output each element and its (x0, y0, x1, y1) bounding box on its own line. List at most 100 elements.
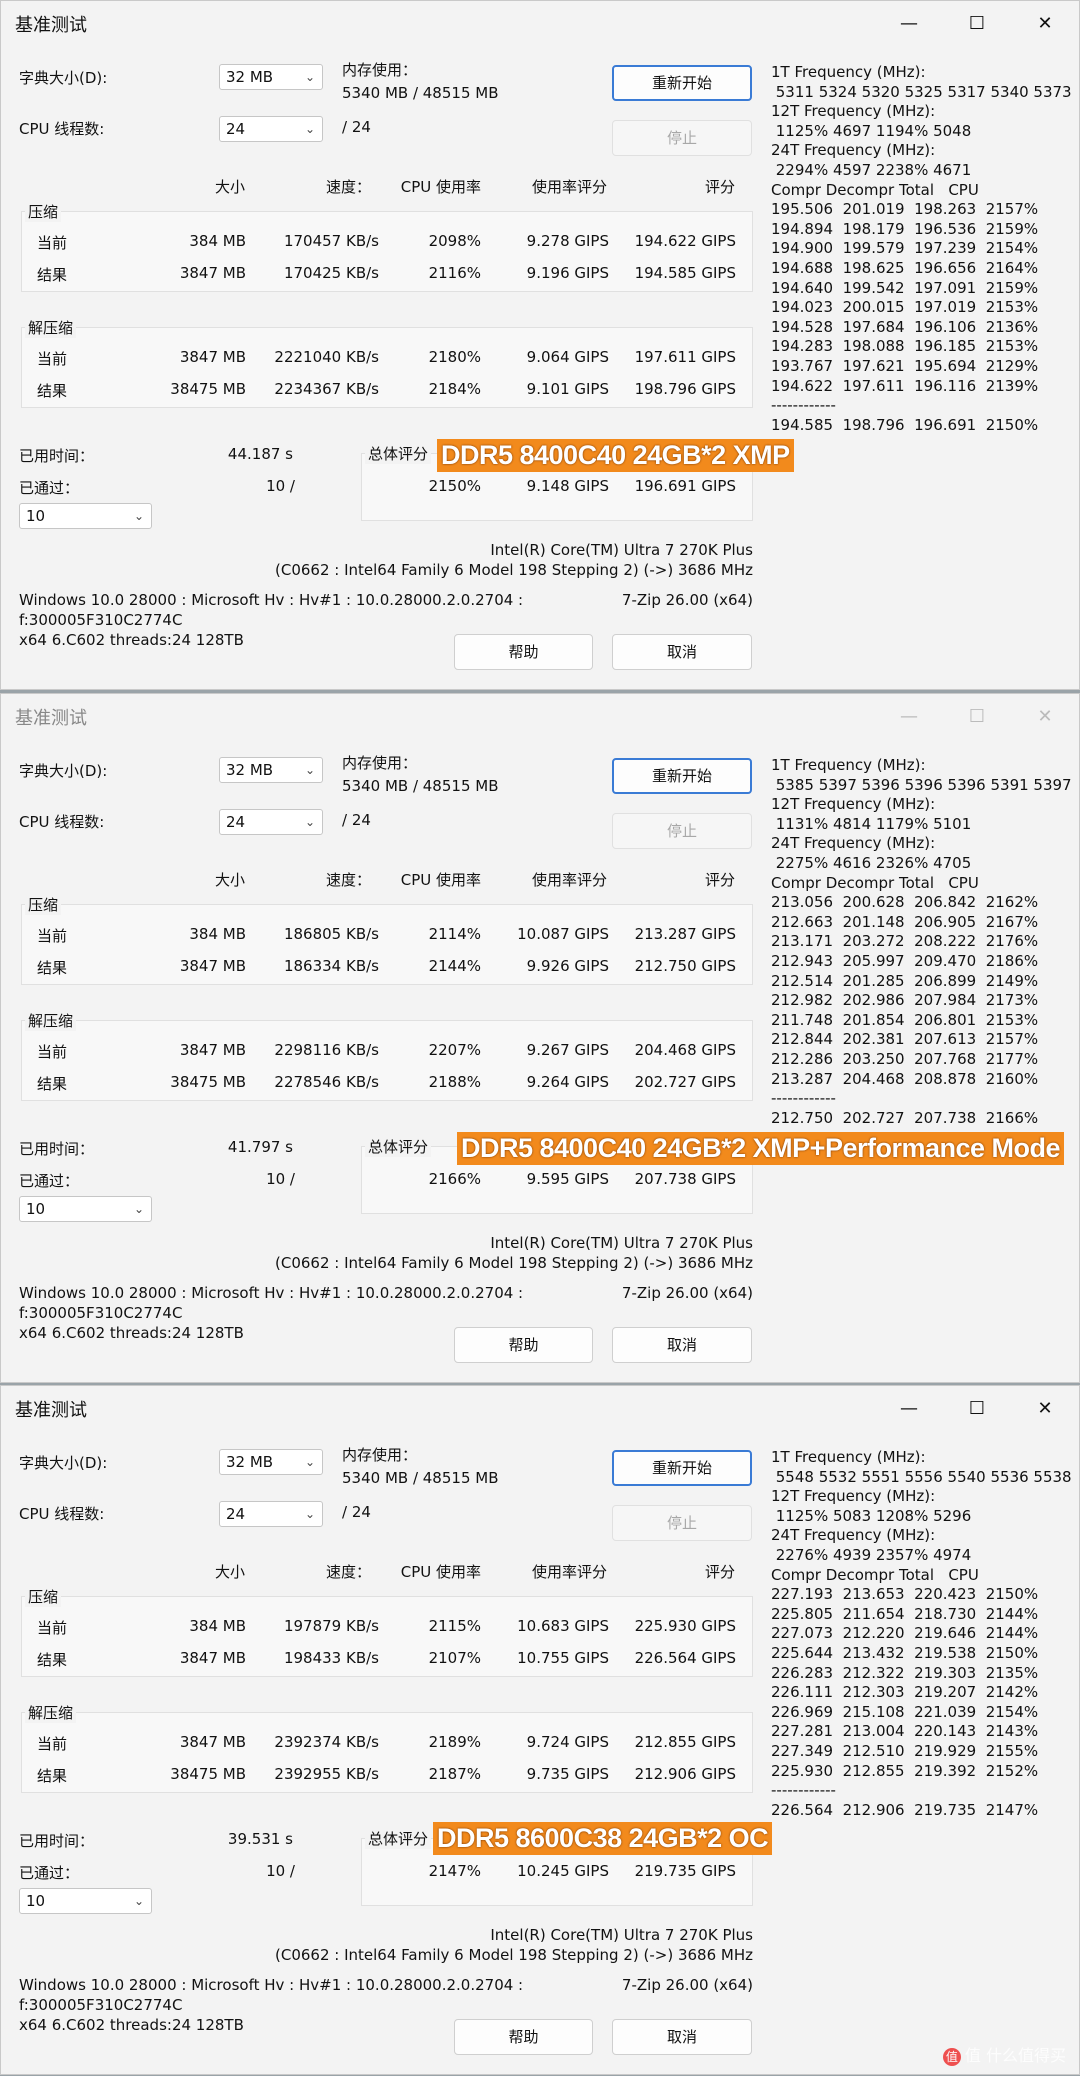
help-button[interactable]: 帮助 (454, 1327, 593, 1363)
frequency-line: 1T Frequency (MHz): (771, 63, 926, 81)
cell-rating-usage: 9.735 GIPS (526, 1765, 609, 1783)
frequency-line: 227.281 213.004 220.143 2143% (771, 1722, 1039, 1741)
cancel-button[interactable]: 取消 (612, 1327, 752, 1363)
cell-speed: 2234367 KB/s (274, 380, 379, 398)
frequency-line: 194.283 198.088 196.185 2153% (771, 337, 1039, 356)
total-rating: 196.691 GIPS (634, 477, 736, 495)
frequency-line: 194.023 200.015 197.019 2153% (771, 298, 1039, 317)
restart-button[interactable]: 重新开始 (612, 65, 752, 101)
passed-label: 已通过： (19, 479, 80, 497)
os-info-line2: f:300005F310C2774C (19, 1996, 183, 2014)
frequency-line: 5385 5397 5396 5396 5396 5391 5397 (771, 775, 1072, 794)
cell-speed: 170457 KB/s (283, 232, 379, 250)
dict-size-value: 32 MB (226, 68, 274, 86)
os-info-line1: Windows 10.0 28000 : Microsoft Hv : Hv#1… (19, 591, 524, 609)
threads-value: 24 (226, 120, 246, 138)
cell-size: 3847 MB (179, 348, 246, 366)
cell-rating: 198.796 GIPS (634, 380, 736, 398)
close-icon[interactable]: ✕ (1022, 7, 1068, 41)
threads-select[interactable]: 24 ⌄ (219, 1501, 323, 1527)
cell-rating-usage: 10.087 GIPS (517, 925, 609, 943)
total-rating-usage: 9.595 GIPS (526, 1170, 609, 1188)
frequency-line: 194.894 198.179 196.536 2159% (771, 219, 1039, 238)
frequency-results: 1T Frequency (MHz): 5385 5397 5396 5396 … (771, 756, 1072, 1128)
restart-button[interactable]: 重新开始 (612, 1450, 752, 1486)
cancel-button[interactable]: 取消 (612, 2019, 752, 2055)
minimize-icon[interactable]: — (886, 1392, 932, 1426)
cpu-info: (C0662 : Intel64 Family 6 Model 198 Step… (275, 561, 753, 579)
restart-button[interactable]: 重新开始 (612, 758, 752, 794)
passes-select[interactable]: 10 ⌄ (19, 1196, 152, 1222)
passes-select[interactable]: 10 ⌄ (19, 503, 152, 529)
elapsed-value: 39.531 s (227, 1830, 293, 1848)
cell-rating-usage: 9.196 GIPS (526, 264, 609, 282)
cell-cpu: 2207% (428, 1041, 481, 1059)
cell-cpu: 2098% (428, 232, 481, 250)
title-bar: 基准测试 — ☐ ✕ (1, 694, 1079, 740)
row-label: 当前 (37, 927, 68, 945)
frequency-line: 212.844 202.381 207.613 2157% (771, 1030, 1039, 1049)
frequency-line: 24T Frequency (MHz): (771, 141, 936, 160)
os-info-line1: Windows 10.0 28000 : Microsoft Hv : Hv#1… (19, 1284, 524, 1302)
frequency-line: ------------ (771, 1781, 836, 1800)
help-button[interactable]: 帮助 (454, 634, 593, 670)
close-icon[interactable]: ✕ (1022, 700, 1068, 734)
frequency-line: 212.663 201.148 206.905 2167% (771, 912, 1039, 931)
close-icon[interactable]: ✕ (1022, 1392, 1068, 1426)
frequency-line: 213.056 200.628 206.842 2162% (771, 893, 1039, 912)
row-label: 结果 (37, 1767, 68, 1785)
stop-button[interactable]: 停止 (612, 1505, 752, 1541)
cell-rating-usage: 9.926 GIPS (526, 957, 609, 975)
frequency-line: 194.900 199.579 197.239 2154% (771, 239, 1039, 258)
frequency-line: 1125% 4697 1194% 5048 (771, 121, 972, 140)
dict-size-select[interactable]: 32 MB ⌄ (219, 757, 323, 783)
chevron-down-icon: ⌄ (133, 509, 144, 523)
help-button[interactable]: 帮助 (454, 2019, 593, 2055)
col-rating-usage: 使用率评分 (531, 871, 607, 889)
version-info: 7-Zip 26.00 (x64) (621, 591, 753, 609)
maximize-icon[interactable]: ☐ (954, 1392, 1000, 1426)
frequency-line: 195.506 201.019 198.263 2157% (771, 200, 1039, 219)
cell-speed: 2278546 KB/s (274, 1073, 379, 1091)
window-title: 基准测试 (15, 15, 87, 36)
frequency-line: 212.286 203.250 207.768 2177% (771, 1049, 1039, 1068)
cell-size: 3847 MB (179, 1733, 246, 1751)
total-rating: 219.735 GIPS (634, 1862, 736, 1880)
cell-rating: 212.906 GIPS (634, 1765, 736, 1783)
title-bar: 基准测试 — ☐ ✕ (1, 1, 1079, 47)
passes-select[interactable]: 10 ⌄ (19, 1888, 152, 1914)
minimize-icon[interactable]: — (886, 7, 932, 41)
maximize-icon[interactable]: ☐ (954, 700, 1000, 734)
cell-cpu: 2188% (428, 1073, 481, 1091)
cell-size: 384 MB (189, 1617, 246, 1635)
row-label: 结果 (37, 1075, 68, 1093)
frequency-line: 226.283 212.322 219.303 2135% (771, 1663, 1039, 1682)
stop-button[interactable]: 停止 (612, 813, 752, 849)
stop-button[interactable]: 停止 (612, 120, 752, 156)
cpu-name: Intel(R) Core(TM) Ultra 7 270K Plus (490, 1234, 753, 1252)
maximize-icon[interactable]: ☐ (954, 7, 1000, 41)
row-label: 当前 (37, 1619, 68, 1637)
dict-size-value: 32 MB (226, 761, 274, 779)
title-bar: 基准测试 — ☐ ✕ (1, 1386, 1079, 1432)
threads-label: CPU 线程数: (19, 1505, 105, 1523)
chevron-down-icon: ⌄ (133, 1202, 144, 1216)
dict-size-select[interactable]: 32 MB ⌄ (219, 1449, 323, 1475)
frequency-line: 24T Frequency (MHz): (771, 834, 936, 853)
cancel-button[interactable]: 取消 (612, 634, 752, 670)
window-title: 基准测试 (15, 708, 87, 729)
threads-select[interactable]: 24 ⌄ (219, 809, 323, 835)
minimize-icon[interactable]: — (886, 700, 932, 734)
dict-size-select[interactable]: 32 MB ⌄ (219, 64, 323, 90)
threads-select[interactable]: 24 ⌄ (219, 116, 323, 142)
passed-label: 已通过： (19, 1172, 80, 1190)
cell-rating-usage: 10.755 GIPS (517, 1649, 609, 1667)
mem-usage-label: 内存使用： (342, 754, 418, 772)
frequency-line: 12T Frequency (MHz): (771, 795, 936, 814)
chevron-down-icon: ⌄ (133, 1894, 144, 1908)
frequency-line: 212.514 201.285 206.899 2149% (771, 971, 1039, 990)
chevron-down-icon: ⌄ (304, 70, 315, 84)
cell-cpu: 2107% (428, 1649, 481, 1667)
frequency-line: 1T Frequency (MHz): (771, 756, 926, 774)
passed-value: 10 / (266, 1170, 295, 1188)
